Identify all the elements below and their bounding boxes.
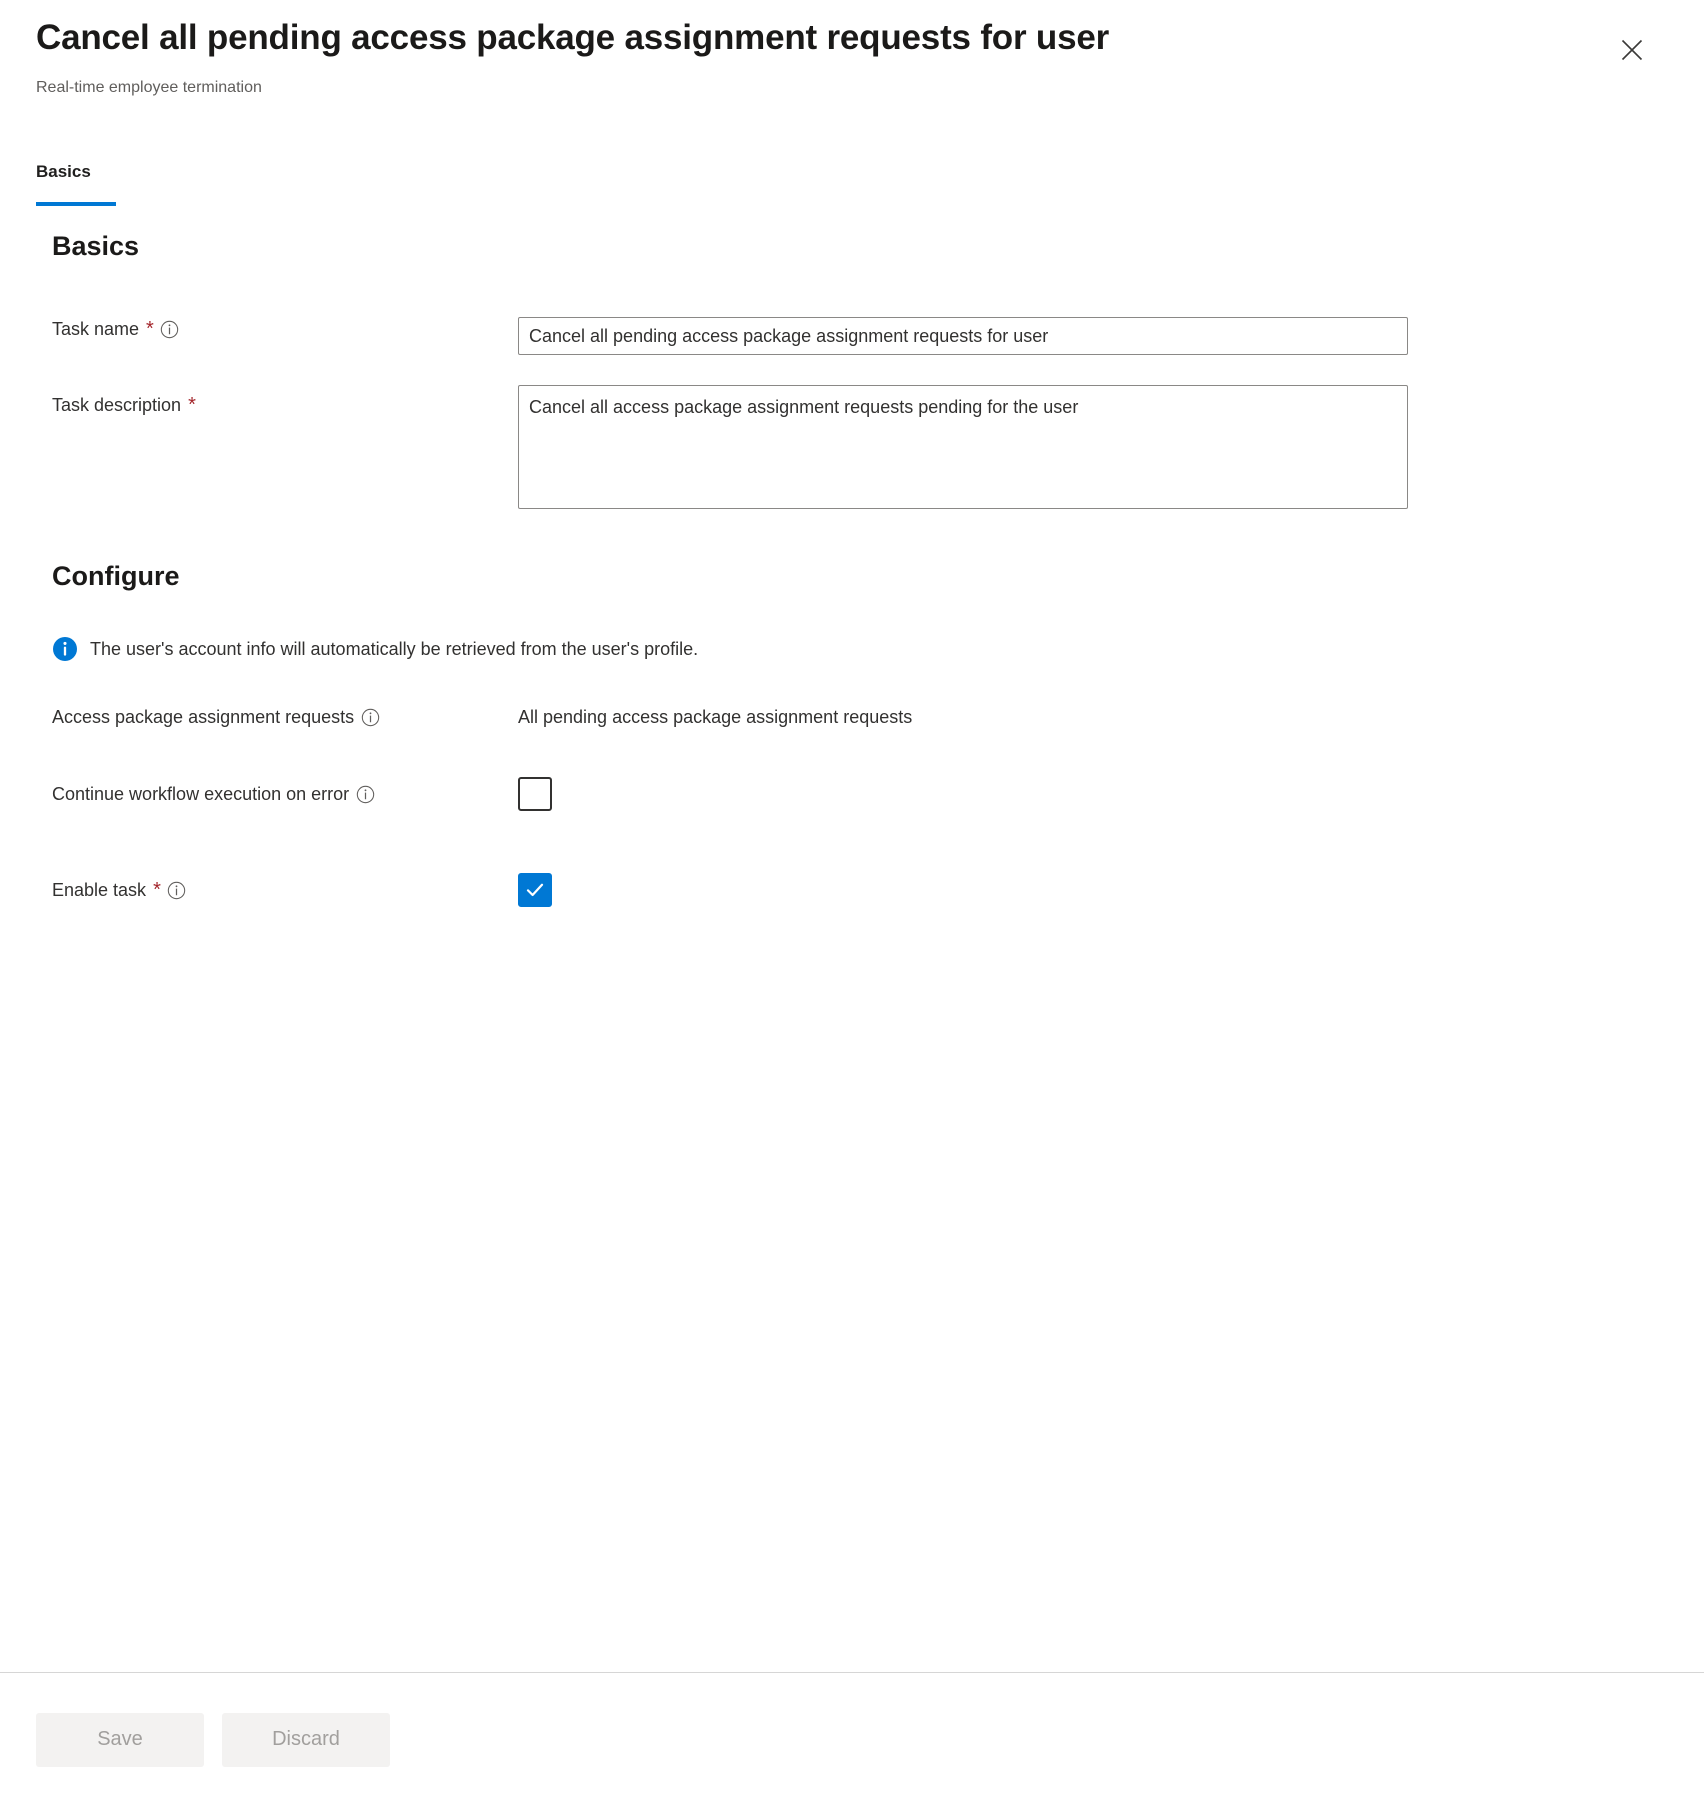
enable-task-required-marker: * [153,879,161,901]
task-name-required-marker: * [146,318,154,340]
save-button[interactable]: Save [36,1712,204,1767]
page-title: Cancel all pending access package assign… [36,18,1110,57]
form-row-continue-on-error: Continue workflow execution on error [0,777,1704,811]
blade-content: Basics Task name * Task description * Co… [0,228,1704,907]
section-heading-basics: Basics [52,231,140,261]
info-banner: The user's account info will automatical… [0,636,1704,662]
continue-on-error-checkbox[interactable] [518,777,552,811]
info-banner-text: The user's account info will automatical… [90,639,699,659]
form-row-assignment-requests: Access package assignment requests All p… [0,705,1704,729]
form-row-task-name: Task name * [0,317,1704,355]
blade-header: Cancel all pending access package assign… [0,0,1704,99]
tab-strip: Basics [0,160,1704,208]
continue-on-error-label: Continue workflow execution on error [52,784,350,804]
section-heading-configure: Configure [52,561,180,591]
info-circle-icon[interactable] [160,319,180,339]
info-circle-icon[interactable] [360,707,380,727]
enable-task-label-group: Enable task * [52,878,518,902]
assignment-requests-value: All pending access package assignment re… [518,707,913,727]
task-description-required-marker: * [188,394,196,416]
task-name-label-group: Task name * [52,317,518,341]
close-icon [1619,37,1645,63]
assignment-requests-label: Access package assignment requests [52,707,355,727]
enable-task-label: Enable task [52,880,147,900]
info-circle-icon[interactable] [167,880,187,900]
title-row: Cancel all pending access package assign… [0,0,1704,72]
info-circle-icon[interactable] [355,784,375,804]
form-row-task-description: Task description * [0,385,1704,509]
checkmark-icon [524,879,546,901]
form-row-enable-task: Enable task * [0,873,1704,907]
task-description-textarea[interactable] [518,385,1408,509]
info-filled-icon [52,636,78,662]
page-subtitle: Real-time employee termination [36,79,262,96]
task-name-input[interactable] [518,317,1408,355]
discard-button[interactable]: Discard [222,1712,390,1767]
task-name-label: Task name [52,319,140,339]
assignment-requests-label-group: Access package assignment requests [52,705,518,729]
task-description-label: Task description [52,395,182,415]
tab-basics-active-indicator [36,202,116,206]
continue-on-error-label-group: Continue workflow execution on error [52,782,518,806]
footer-action-bar: Save Discard [0,1673,1704,1806]
enable-task-checkbox[interactable] [518,873,552,907]
close-button[interactable] [1610,28,1654,72]
tab-basics[interactable]: Basics [36,160,97,198]
task-description-label-group: Task description * [52,385,518,417]
